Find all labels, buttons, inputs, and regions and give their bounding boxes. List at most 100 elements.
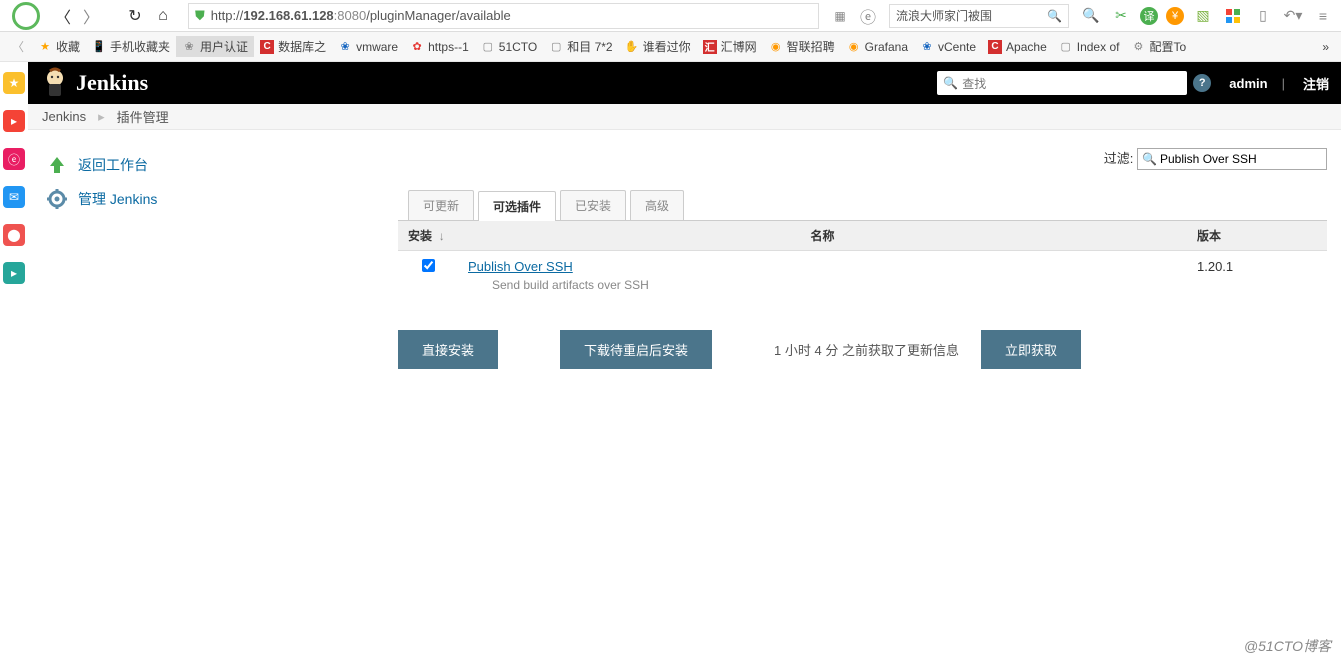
filter-label: 过滤:	[1104, 151, 1134, 166]
crumb-0[interactable]: Jenkins	[42, 109, 86, 124]
jenkins-brand: Jenkins	[76, 70, 148, 96]
plugin-link[interactable]: Publish Over SSH	[468, 259, 573, 274]
update-status: 1 小时 4 分 之前获取了更新信息	[774, 340, 959, 359]
download-restart-button[interactable]: 下载待重启后安装	[560, 330, 712, 369]
bookmark-item[interactable]: CApache	[982, 38, 1053, 56]
bookmark-item[interactable]: ⚙配置To	[1125, 36, 1192, 57]
bookmark-label: 51CTO	[499, 40, 537, 54]
search-icon: 🔍	[943, 76, 958, 90]
bookmark-item[interactable]: ▢51CTO	[475, 38, 543, 56]
page-icon: ▢	[1059, 40, 1073, 54]
jenkins-app: Jenkins 🔍 查找 ? admin | 注销 Jenkins ▸ 插件管理…	[28, 62, 1341, 369]
bookmark-item[interactable]: ◉智联招聘	[763, 36, 841, 57]
bm-more[interactable]: »	[1316, 38, 1335, 56]
phone-icon: 📱	[92, 40, 106, 54]
crumb-1[interactable]: 插件管理	[117, 107, 169, 126]
bookmark-label: 汇博网	[721, 38, 757, 55]
plugin-table: 安装 ↓ 名称 版本 Publish Over SSH Send build a…	[398, 221, 1327, 300]
jenkins-header: Jenkins 🔍 查找 ? admin | 注销	[28, 62, 1341, 104]
cut-icon[interactable]: ✂	[1110, 5, 1132, 27]
back-button[interactable]: 〈	[50, 3, 76, 29]
bookmark-item[interactable]: ❀vmware	[332, 38, 404, 56]
grid-icon[interactable]	[1222, 5, 1244, 27]
url-port: :8080	[334, 8, 367, 23]
bookmark-label: 配置To	[1149, 38, 1186, 55]
bookmark-label: 手机收藏夹	[110, 38, 170, 55]
check-now-button[interactable]: 立即获取	[981, 330, 1081, 369]
bookmark-item[interactable]: ✋谁看过你	[619, 36, 697, 57]
C-icon: C	[260, 40, 274, 54]
logout-link[interactable]: 注销	[1303, 74, 1329, 93]
bookmark-label: https--1	[428, 40, 469, 54]
home-button[interactable]: ⌂	[150, 3, 176, 29]
bookmark-label: Index of	[1077, 40, 1120, 54]
bookmark-item[interactable]: ✿https--1	[404, 38, 475, 56]
bookmark-item[interactable]: ❀vCente	[914, 38, 982, 56]
table-row: Publish Over SSH Send build artifacts ov…	[398, 251, 1327, 301]
bookmark-label: Grafana	[865, 40, 908, 54]
swirl-icon: ◉	[847, 40, 861, 54]
watermark: @51CTO博客	[1244, 636, 1331, 656]
gear-icon	[46, 188, 68, 210]
manage-label: 管理 Jenkins	[78, 189, 157, 209]
strip-icon-2[interactable]: ▸	[3, 110, 25, 132]
forward-button[interactable]: 〉	[78, 3, 104, 29]
help-icon[interactable]: ?	[1193, 74, 1211, 92]
bookmark-item[interactable]: ◉ Grafana	[841, 38, 914, 56]
bookmark-item[interactable]: 📱 手机收藏夹	[86, 36, 176, 57]
undo-icon[interactable]: ↶▾	[1282, 5, 1304, 27]
panel-icon[interactable]: ▯	[1252, 5, 1274, 27]
th-name[interactable]: 名称	[458, 221, 1187, 251]
refresh-button[interactable]: ↻	[122, 3, 148, 29]
url-prefix: http://	[211, 8, 244, 23]
filter-input[interactable]	[1137, 148, 1327, 170]
coin-icon[interactable]: ¥	[1166, 7, 1184, 25]
bookmark-item[interactable]: 汇汇博网	[697, 36, 763, 57]
shield-icon: ⛊	[195, 8, 205, 24]
bm-chevron[interactable]: 〈	[6, 36, 30, 57]
install-checkbox[interactable]	[422, 259, 435, 272]
strip-icon-4[interactable]: ✉	[3, 186, 25, 208]
url-bar[interactable]: ⛊ http://192.168.61.128:8080/pluginManag…	[188, 3, 819, 29]
search-placeholder: 查找	[962, 75, 986, 92]
paw-icon: ❀	[920, 40, 934, 54]
manage-jenkins[interactable]: 管理 Jenkins	[42, 182, 384, 216]
strip-icon-5[interactable]: ⬤	[3, 224, 25, 246]
bookmark-label: vmware	[356, 40, 398, 54]
jenkins-logo[interactable]: Jenkins	[40, 66, 148, 100]
plugin-desc: Send build artifacts over SSH	[468, 278, 1177, 292]
qr-icon[interactable]: ▦	[827, 3, 853, 29]
hand-icon: ✋	[625, 40, 639, 54]
th-install[interactable]: 安装 ↓	[398, 221, 458, 251]
zoom-icon[interactable]: 🔍	[1080, 5, 1102, 27]
bookmark-item[interactable]: ▢ Index of	[1053, 38, 1126, 56]
strip-icon-6[interactable]: ▸	[3, 262, 25, 284]
C-icon: C	[988, 40, 1002, 54]
url-host: 192.168.61.128	[243, 8, 333, 23]
bookmark-item[interactable]: ★收藏	[32, 36, 86, 57]
translate-icon[interactable]: 译	[1140, 7, 1158, 25]
bookmark-label: 数据库之	[278, 38, 326, 55]
back-to-dashboard[interactable]: 返回工作台	[42, 148, 384, 182]
bookmark-label: 用户认证	[200, 38, 248, 55]
bookmark-item[interactable]: ❀用户认证	[176, 36, 254, 57]
strip-icon-1[interactable]: ★	[3, 72, 25, 94]
tab-advanced[interactable]: 高级	[630, 190, 684, 220]
user-link[interactable]: admin	[1229, 76, 1267, 91]
ext-icon[interactable]: ⓔ	[855, 3, 881, 29]
strip-icon-3[interactable]: ⓔ	[3, 148, 25, 170]
tab-installed[interactable]: 已安装	[560, 190, 626, 220]
menu-icon[interactable]: ≡	[1312, 5, 1334, 27]
bookmark-item[interactable]: C 数据库之	[254, 36, 332, 57]
bookmark-label: 收藏	[56, 38, 80, 55]
bulb-icon: ◉	[769, 40, 783, 54]
tab-updates[interactable]: 可更新	[408, 190, 474, 220]
pic-icon[interactable]: ▧	[1192, 5, 1214, 27]
bookmark-item[interactable]: ▢和目 7*2	[543, 36, 618, 57]
tab-available[interactable]: 可选插件	[478, 191, 556, 221]
jenkins-search[interactable]: 🔍 查找	[937, 71, 1187, 95]
th-version[interactable]: 版本	[1187, 221, 1327, 251]
browser-search[interactable]: 流浪大师家门被围 🔍	[889, 4, 1069, 28]
install-now-button[interactable]: 直接安装	[398, 330, 498, 369]
breadcrumb: Jenkins ▸ 插件管理	[28, 104, 1341, 130]
